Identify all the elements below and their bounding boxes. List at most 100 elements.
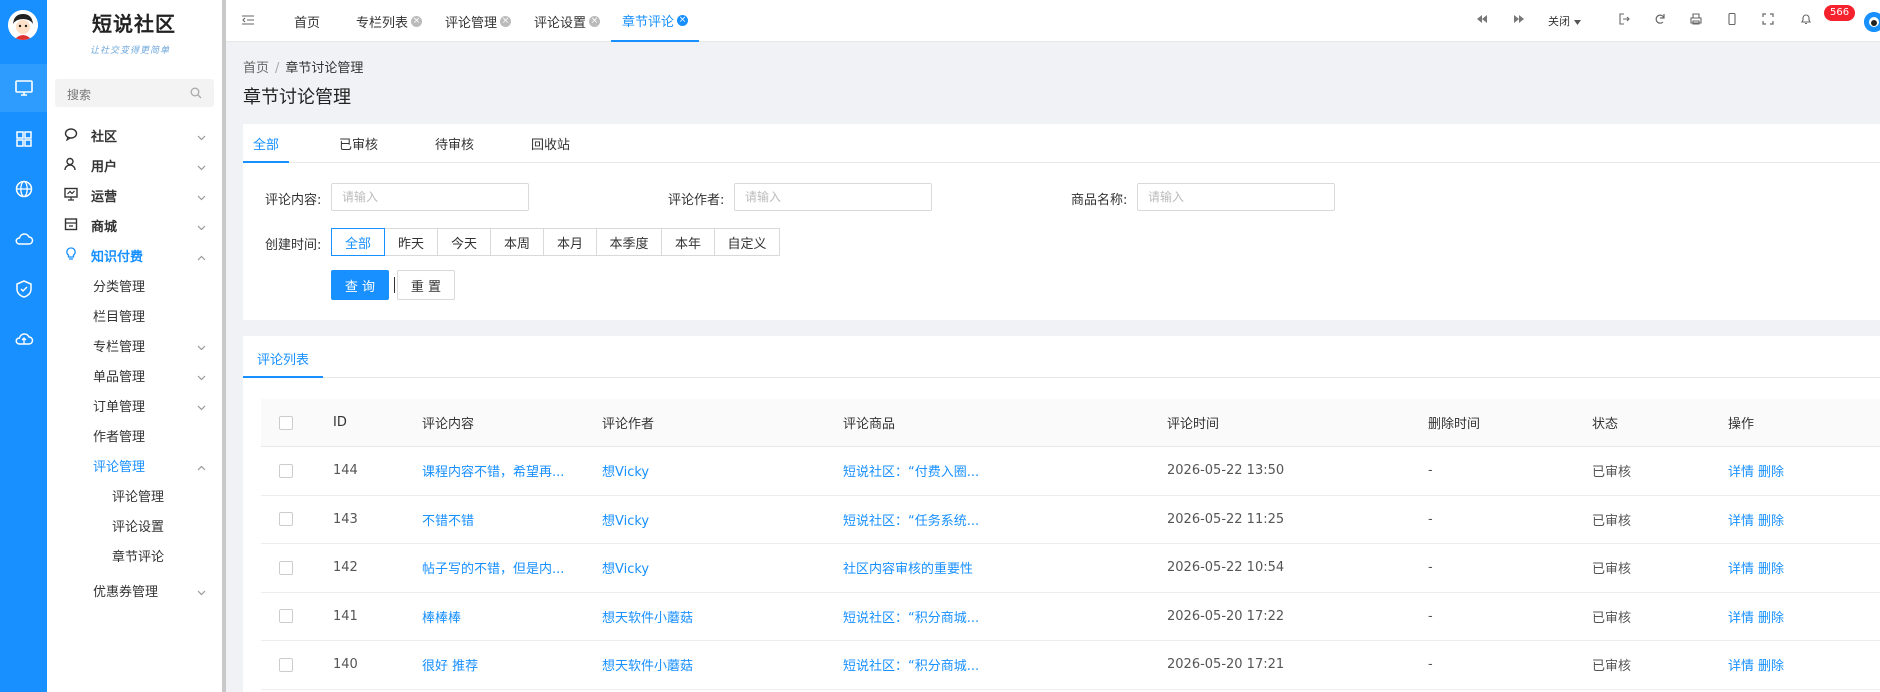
tab-label: 首页 [294,15,321,31]
tab-close-icon[interactable]: × [589,15,601,27]
delete-link[interactable]: 删除 [1758,461,1784,480]
rail-grid-icon[interactable] [0,115,47,163]
detail-link[interactable]: 详情 [1728,607,1754,626]
comment-author-link[interactable]: 想Vicky [602,544,649,592]
comment-product-link[interactable]: 社区内容审核的重要性 [843,544,973,592]
author-filter-input[interactable] [734,183,932,211]
date-option-year[interactable]: 本年 [661,228,715,256]
row-checkbox[interactable] [279,560,293,575]
tab-close-icon[interactable]: × [411,15,423,27]
comment-time: 2026-05-20 17:21 [1167,657,1285,673]
product-filter-input[interactable] [1137,183,1335,211]
menu-item-community[interactable]: 社区 [47,119,222,149]
comment-author-link[interactable]: 想Vicky [602,496,649,544]
status-text: 已审核 [1592,610,1632,626]
comment-author-link[interactable]: 想天软件小蘑菇 [602,641,693,689]
print-icon[interactable] [1690,13,1702,29]
comment-author-link[interactable]: 想Vicky [602,447,649,495]
tab-column-list[interactable]: 专栏列表 × [356,0,423,42]
submenu-item-orders[interactable]: 订单管理 [47,389,222,419]
date-option-week[interactable]: 本周 [490,228,544,256]
rail-shield-icon[interactable] [0,265,47,313]
menu-fold-icon[interactable] [242,14,254,29]
rail-cloud-icon[interactable] [0,215,47,263]
detail-link[interactable]: 详情 [1728,510,1754,529]
row-checkbox[interactable] [279,512,293,527]
tab-comment-settings[interactable]: 评论设置 × [534,0,601,42]
date-option-custom[interactable]: 自定义 [714,228,780,256]
submenu2-item-comment-settings[interactable]: 评论设置 [47,509,222,539]
date-filter-label: 创建时间: [265,238,322,253]
delete-link[interactable]: 删除 [1758,510,1784,529]
close-tabs-dropdown[interactable]: 关闭 [1548,13,1581,29]
menu-item-users[interactable]: 用户 [47,149,222,179]
tab-all[interactable]: 全部 [243,124,289,163]
submenu2-item-comment-manage[interactable]: 评论管理 [47,479,222,509]
row-select-cell [279,641,293,689]
user-avatar[interactable] [1864,12,1880,32]
comment-product-link[interactable]: 短说社区：“积分商城... [843,641,979,689]
breadcrumb-home[interactable]: 首页 [243,61,269,76]
comment-content-link[interactable]: 课程内容不错，希望再... [422,447,564,495]
date-option-today[interactable]: 今天 [437,228,491,256]
search-icon[interactable] [190,87,202,103]
detail-link[interactable]: 详情 [1728,558,1754,577]
mobile-icon[interactable] [1726,12,1738,29]
date-option-yesterday[interactable]: 昨天 [384,228,438,256]
menu-item-paid-knowledge[interactable]: 知识付费 [47,239,222,269]
query-button[interactable]: 查 询 [331,270,389,300]
delete-link[interactable]: 删除 [1758,655,1784,674]
tab-recycle-bin[interactable]: 回收站 [531,124,570,163]
submenu-item-column[interactable]: 栏目管理 [47,299,222,329]
menu-item-operations[interactable]: 运营 [47,179,222,209]
comment-content-link[interactable]: 很好 推荐 [422,641,478,689]
rail-globe-icon[interactable] [0,165,47,213]
submenu-item-authors[interactable]: 作者管理 [47,419,222,449]
sidebar-search[interactable]: 搜索 [55,79,214,107]
avatar[interactable] [8,10,38,40]
comment-content-link[interactable]: 不错不错 [422,496,474,544]
comment-content-link[interactable]: 帖子写的不错，但是内... [422,544,564,592]
comment-content-link[interactable]: 棒棒棒 [422,593,461,641]
tab-approved[interactable]: 已审核 [339,124,378,163]
date-option-quarter[interactable]: 本季度 [596,228,662,256]
delete-link[interactable]: 删除 [1758,607,1784,626]
tab-pending[interactable]: 待审核 [435,124,474,163]
comment-author-link[interactable]: 想天软件小蘑菇 [602,593,693,641]
reset-button[interactable]: 重 置 [397,270,455,300]
rail-cloud-upload-icon[interactable] [0,315,47,363]
row-checkbox[interactable] [279,609,293,624]
date-option-month[interactable]: 本月 [543,228,597,256]
tab-chapter-comments[interactable]: 章节评论 × [611,0,700,42]
scroll-right-icon[interactable] [1513,13,1525,29]
submenu-item-special-column[interactable]: 专栏管理 [47,329,222,359]
comment-product-link[interactable]: 短说社区：“付费入圈... [843,447,979,495]
detail-link[interactable]: 详情 [1728,655,1754,674]
date-option-all[interactable]: 全部 [331,228,385,256]
row-checkbox[interactable] [279,657,293,672]
select-all-checkbox[interactable] [279,415,293,430]
submenu-item-comments[interactable]: 评论管理 [47,449,222,479]
tab-comment-manage[interactable]: 评论管理 × [445,0,512,42]
tab-close-icon[interactable]: × [677,14,689,26]
rail-monitor-icon[interactable] [0,64,47,112]
bell-icon[interactable] [1800,13,1812,29]
submenu-item-single-product[interactable]: 单品管理 [47,359,222,389]
submenu2-item-chapter-comments[interactable]: 章节评论 [47,539,222,569]
comment-product-link[interactable]: 短说社区：“积分商城... [843,593,979,641]
comment-product-link[interactable]: 短说社区：“任务系统... [843,496,979,544]
row-checkbox[interactable] [279,463,293,478]
refresh-icon[interactable] [1654,13,1666,29]
exit-icon[interactable] [1618,13,1630,29]
tab-home[interactable]: 首页 [294,0,320,42]
menu-item-mall[interactable]: 商城 [47,209,222,239]
detail-link[interactable]: 详情 [1728,461,1754,480]
delete-link[interactable]: 删除 [1758,558,1784,577]
fullscreen-icon[interactable] [1762,13,1774,29]
scroll-left-icon[interactable] [1476,13,1488,29]
content-filter-input[interactable] [331,183,529,211]
submenu-item-coupons[interactable]: 优惠券管理 [47,574,222,604]
submenu-item-category[interactable]: 分类管理 [47,269,222,299]
tab-close-icon[interactable]: × [500,15,512,27]
tab-comment-list[interactable]: 评论列表 [243,336,323,378]
